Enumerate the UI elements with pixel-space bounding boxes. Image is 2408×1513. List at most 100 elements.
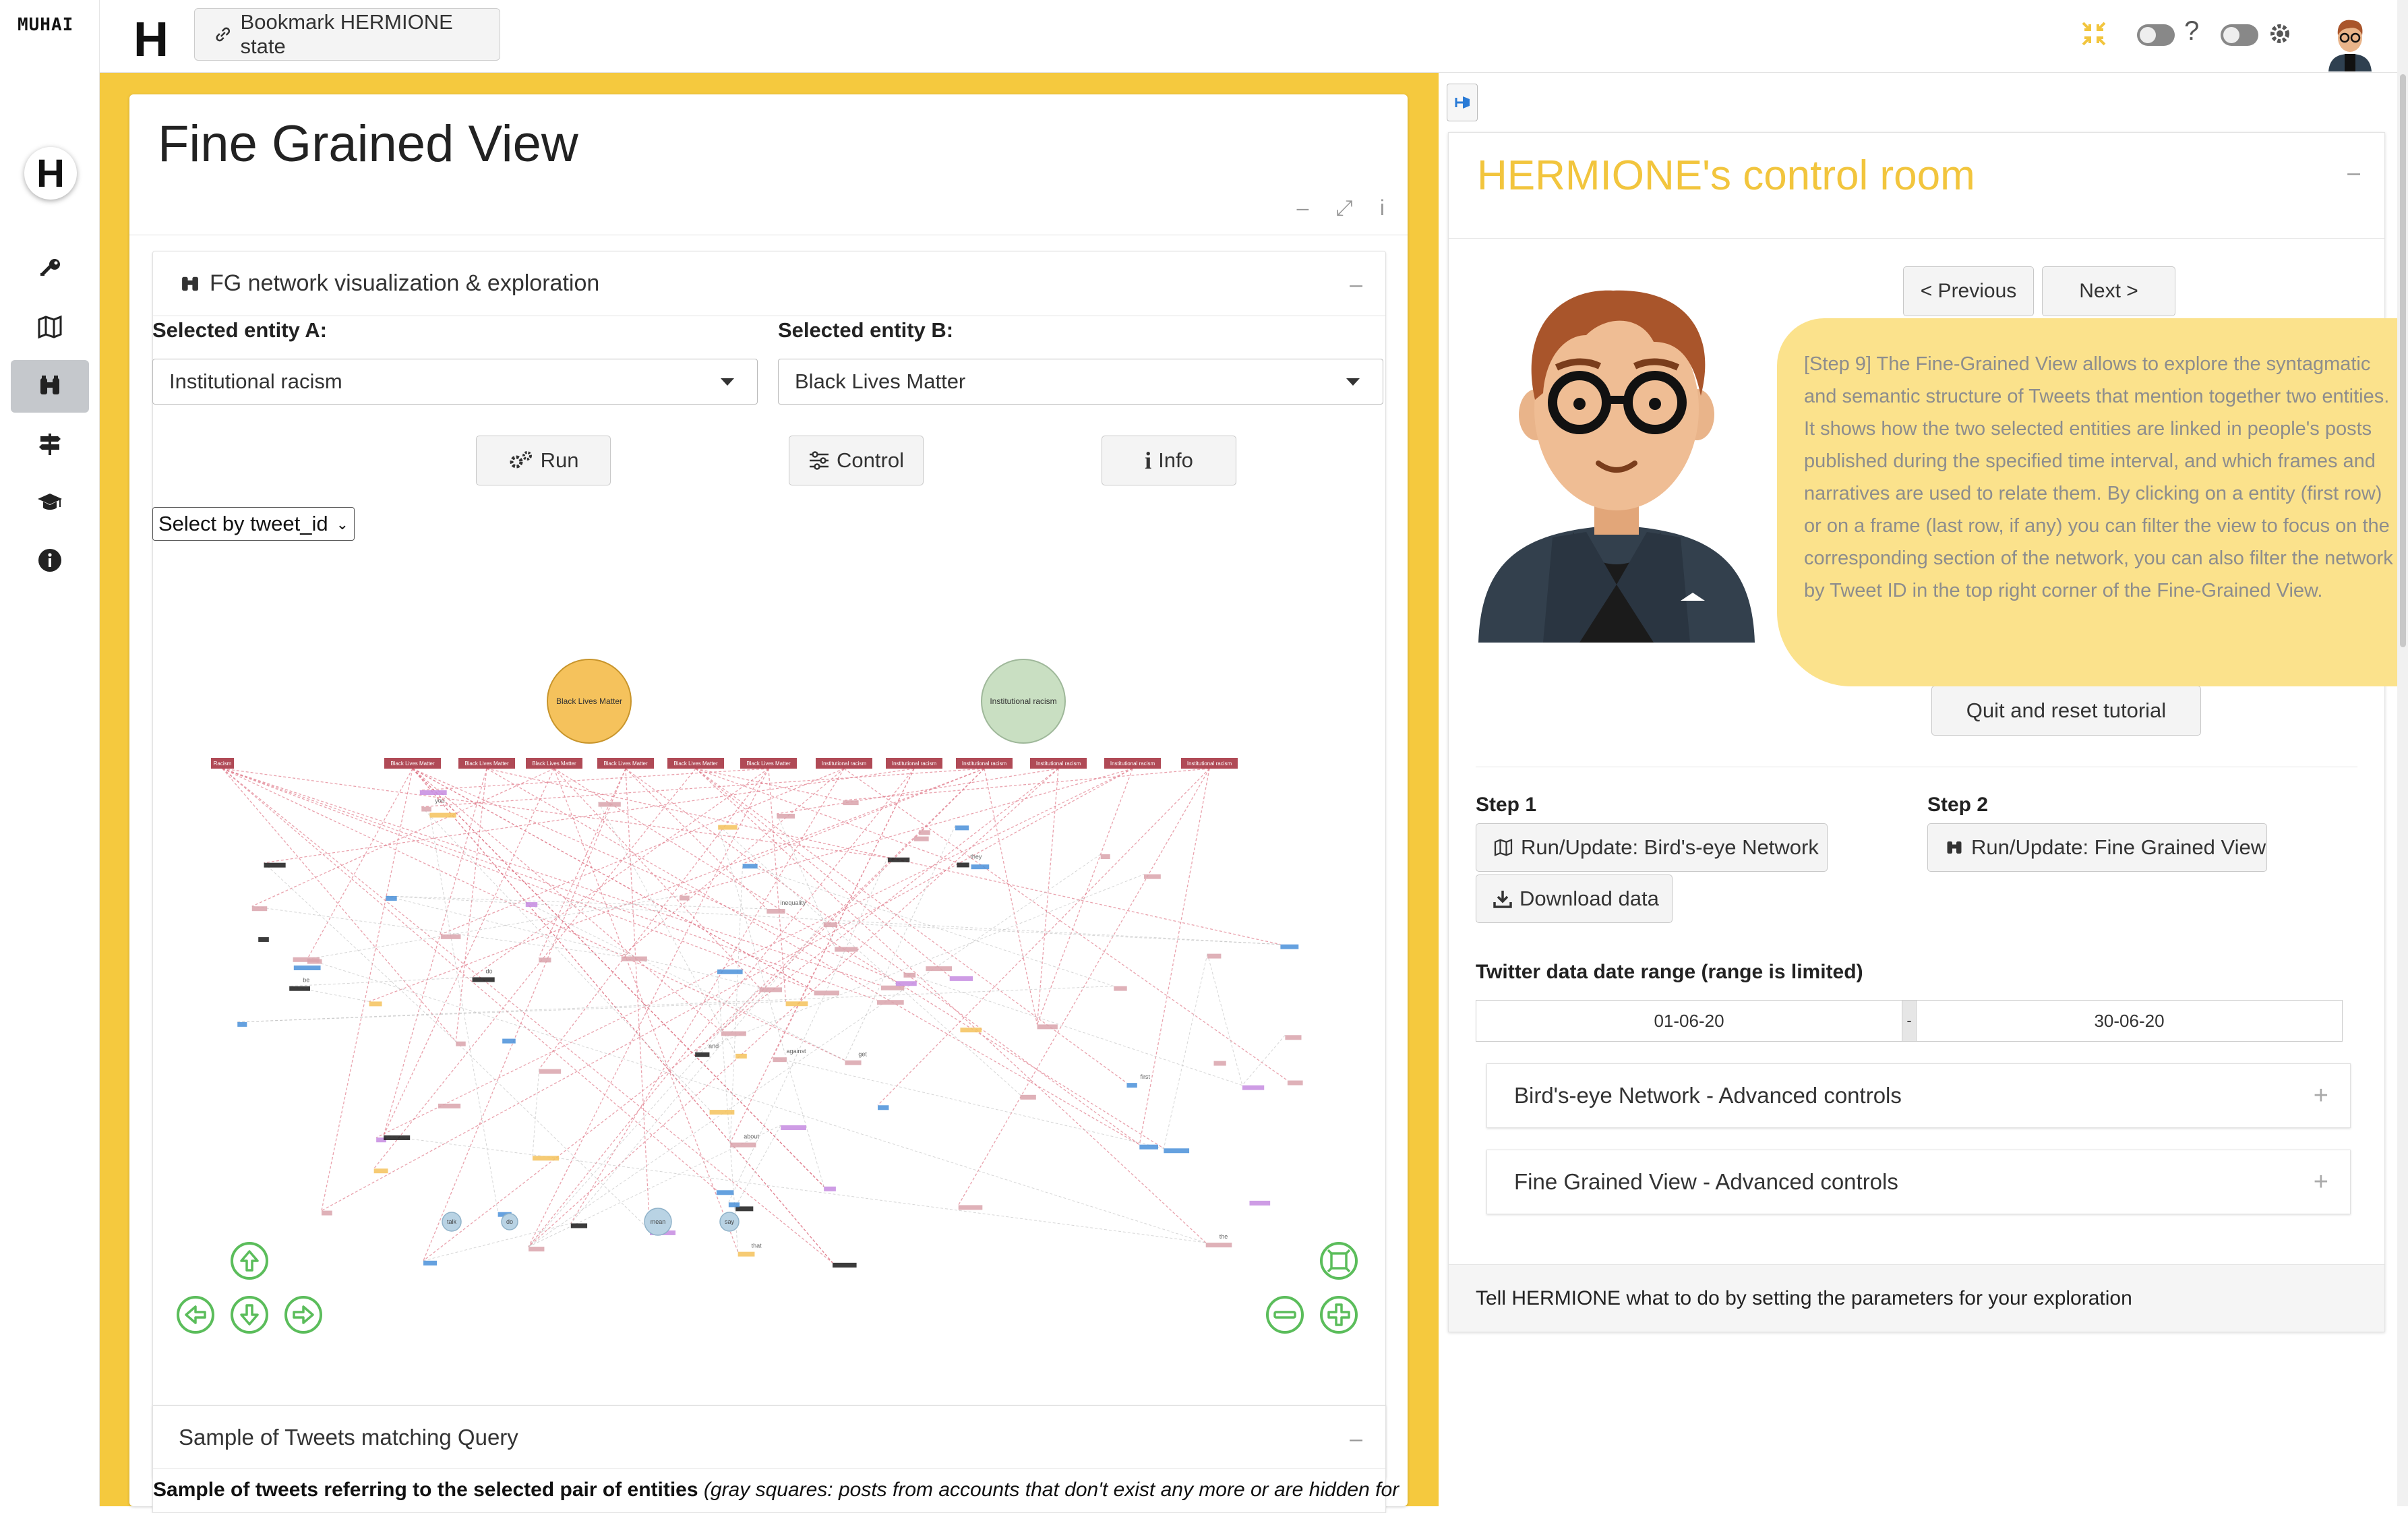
- network-node[interactable]: [1207, 953, 1222, 959]
- network-node[interactable]: [895, 981, 917, 986]
- pan-left-icon[interactable]: [175, 1295, 216, 1335]
- network-node[interactable]: [728, 1202, 740, 1208]
- network-node[interactable]: [1285, 1035, 1302, 1040]
- network-node[interactable]: [293, 966, 321, 971]
- zoom-fit-icon[interactable]: [1319, 1241, 1359, 1281]
- run-birds-eye-button[interactable]: Run/Update: Bird's-eye Network: [1476, 823, 1828, 872]
- network-node[interactable]: [695, 1052, 710, 1057]
- network-node[interactable]: [887, 857, 910, 862]
- collapse-arrows-icon[interactable]: [2080, 20, 2107, 47]
- network-node[interactable]: [1037, 1024, 1058, 1030]
- network-node[interactable]: [824, 1186, 836, 1191]
- previous-button[interactable]: < Previous: [1903, 266, 2034, 316]
- pan-right-icon[interactable]: [283, 1295, 324, 1335]
- network-node[interactable]: [1114, 986, 1127, 991]
- network-node[interactable]: [960, 1028, 982, 1033]
- network-node[interactable]: [918, 830, 930, 835]
- network-node[interactable]: [845, 1060, 862, 1065]
- sidebar-item-fine-grained[interactable]: [11, 360, 89, 413]
- plus-icon[interactable]: +: [2314, 1081, 2328, 1110]
- page-scrollbar-thumb[interactable]: [2400, 74, 2406, 647]
- network-node[interactable]: [1242, 1085, 1265, 1090]
- network-node[interactable]: [730, 1142, 756, 1148]
- network-node[interactable]: [913, 836, 929, 841]
- download-data-button[interactable]: Download data: [1476, 874, 1673, 923]
- network-node[interactable]: [718, 825, 738, 830]
- network-node[interactable]: [456, 1041, 466, 1046]
- theme-toggle[interactable]: [2137, 24, 2175, 46]
- network-node[interactable]: [1164, 1148, 1190, 1154]
- network-node[interactable]: [621, 956, 647, 961]
- quit-tutorial-button[interactable]: Quit and reset tutorial: [1931, 686, 2201, 736]
- pin-panel-button[interactable]: [1447, 84, 1478, 121]
- network-node[interactable]: [472, 977, 495, 982]
- network-node[interactable]: [322, 1210, 332, 1216]
- tweets-box-header[interactable]: Sample of Tweets matching Query: [153, 1406, 1385, 1469]
- sidebar-item-signpost[interactable]: [11, 418, 89, 471]
- network-node[interactable]: [289, 986, 311, 991]
- network-node[interactable]: [716, 1190, 734, 1195]
- network-node[interactable]: [429, 812, 456, 818]
- network-node[interactable]: [717, 969, 743, 974]
- network-node[interactable]: [738, 1251, 755, 1257]
- network-node[interactable]: [1287, 1080, 1303, 1086]
- collapse-icon[interactable]: –: [2347, 160, 2360, 186]
- network-node[interactable]: [835, 947, 858, 952]
- network-node[interactable]: [735, 1206, 754, 1212]
- network-node[interactable]: [880, 985, 905, 990]
- network-node[interactable]: [742, 864, 758, 869]
- gear-icon[interactable]: [2266, 20, 2293, 47]
- network-node[interactable]: [721, 1031, 746, 1036]
- network-node[interactable]: [293, 957, 320, 962]
- network-node[interactable]: [373, 1168, 388, 1174]
- network-node[interactable]: [532, 1156, 560, 1161]
- network-node[interactable]: [1205, 1243, 1232, 1248]
- network-node[interactable]: [386, 895, 397, 901]
- sidebar-logo[interactable]: H: [24, 147, 77, 200]
- network-node[interactable]: [709, 1110, 735, 1115]
- network-node[interactable]: [679, 895, 690, 901]
- network-node[interactable]: [237, 1021, 247, 1027]
- app-logo[interactable]: H: [133, 12, 169, 67]
- network-node[interactable]: [766, 908, 785, 914]
- network-node[interactable]: [502, 1038, 516, 1044]
- network-node[interactable]: [781, 1125, 806, 1130]
- network-node[interactable]: [1249, 1200, 1271, 1206]
- network-node[interactable]: [423, 1260, 438, 1266]
- network-node[interactable]: [1280, 944, 1299, 949]
- plus-icon[interactable]: +: [2314, 1168, 2328, 1197]
- network-node[interactable]: [833, 1262, 857, 1268]
- network-node[interactable]: [1143, 874, 1161, 879]
- network-node[interactable]: [823, 922, 837, 928]
- network-node[interactable]: [384, 1135, 411, 1140]
- network-node[interactable]: [440, 934, 461, 939]
- network-node[interactable]: [525, 902, 538, 908]
- network-node[interactable]: [777, 813, 795, 819]
- zoom-out-icon[interactable]: [1265, 1295, 1305, 1335]
- network-node[interactable]: [955, 825, 969, 831]
- next-button[interactable]: Next >: [2042, 266, 2175, 316]
- pan-up-icon[interactable]: [229, 1241, 270, 1281]
- network-node[interactable]: [251, 906, 268, 912]
- date-start-field[interactable]: 01-06-20: [1476, 1001, 1902, 1041]
- date-end-field[interactable]: 30-06-20: [1917, 1001, 2342, 1041]
- network-node[interactable]: [785, 1001, 808, 1007]
- network-node[interactable]: [539, 957, 551, 963]
- network-node[interactable]: [949, 976, 973, 981]
- bookmark-button[interactable]: Bookmark HERMIONE state: [194, 8, 500, 61]
- network-node[interactable]: [957, 862, 969, 868]
- sidebar-item-map[interactable]: [11, 301, 89, 353]
- network-node[interactable]: [438, 1103, 461, 1108]
- network-node[interactable]: [258, 937, 269, 942]
- settings-toggle[interactable]: [2221, 24, 2258, 46]
- network-node[interactable]: [1139, 1144, 1158, 1150]
- network-node[interactable]: [958, 1205, 983, 1210]
- user-avatar[interactable]: [2324, 15, 2376, 71]
- sidebar-item-tutorial[interactable]: [11, 476, 89, 529]
- birds-eye-advanced-controls[interactable]: Bird's-eye Network - Advanced controls +: [1486, 1063, 2351, 1128]
- network-node[interactable]: [843, 800, 859, 806]
- network-node[interactable]: [773, 1057, 787, 1063]
- network-node[interactable]: [1126, 1083, 1137, 1088]
- network-node[interactable]: [421, 806, 431, 812]
- network-node[interactable]: [1213, 1061, 1226, 1066]
